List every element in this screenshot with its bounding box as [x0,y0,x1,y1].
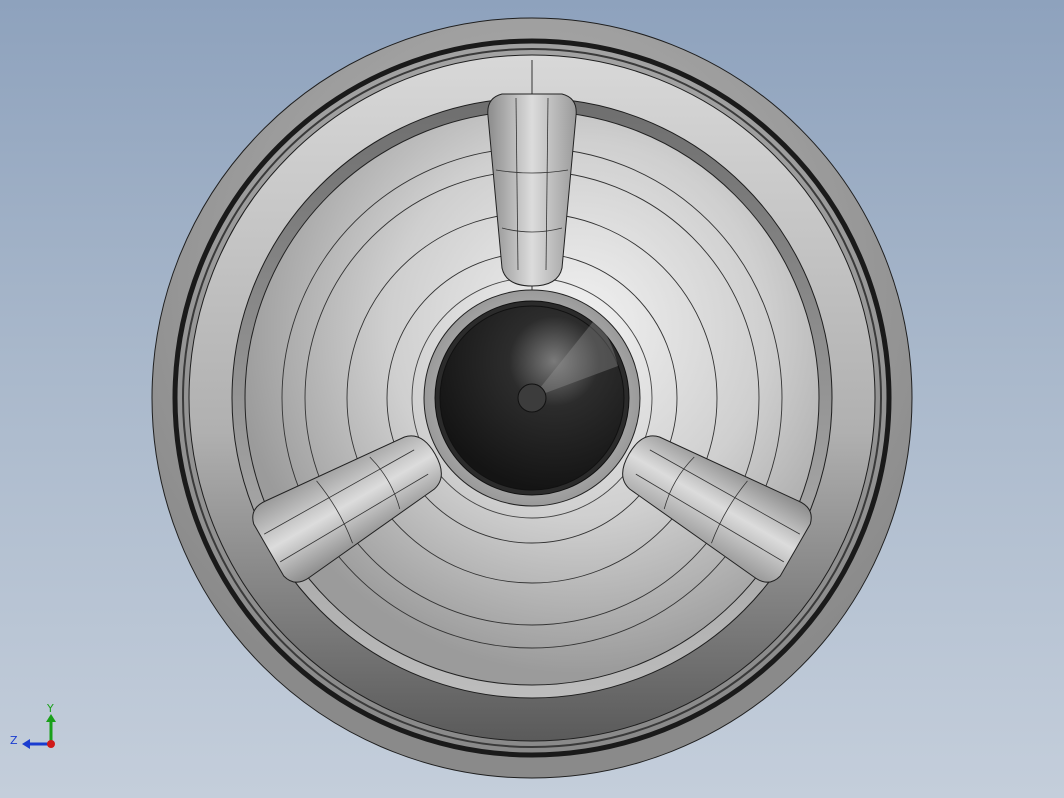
triad-z-axis: Z [10,734,51,749]
triad-y-label: Y [46,702,54,715]
vane-top [487,93,577,287]
graphics-viewport[interactable]: Y Z [0,0,1064,798]
triad-y-axis: Y [46,702,56,744]
triad-z-label: Z [10,734,18,747]
orientation-triad[interactable]: Y Z [8,700,68,760]
model-view[interactable] [0,0,1064,798]
central-hub [423,289,641,507]
triad-x-axis-dot [47,740,55,748]
